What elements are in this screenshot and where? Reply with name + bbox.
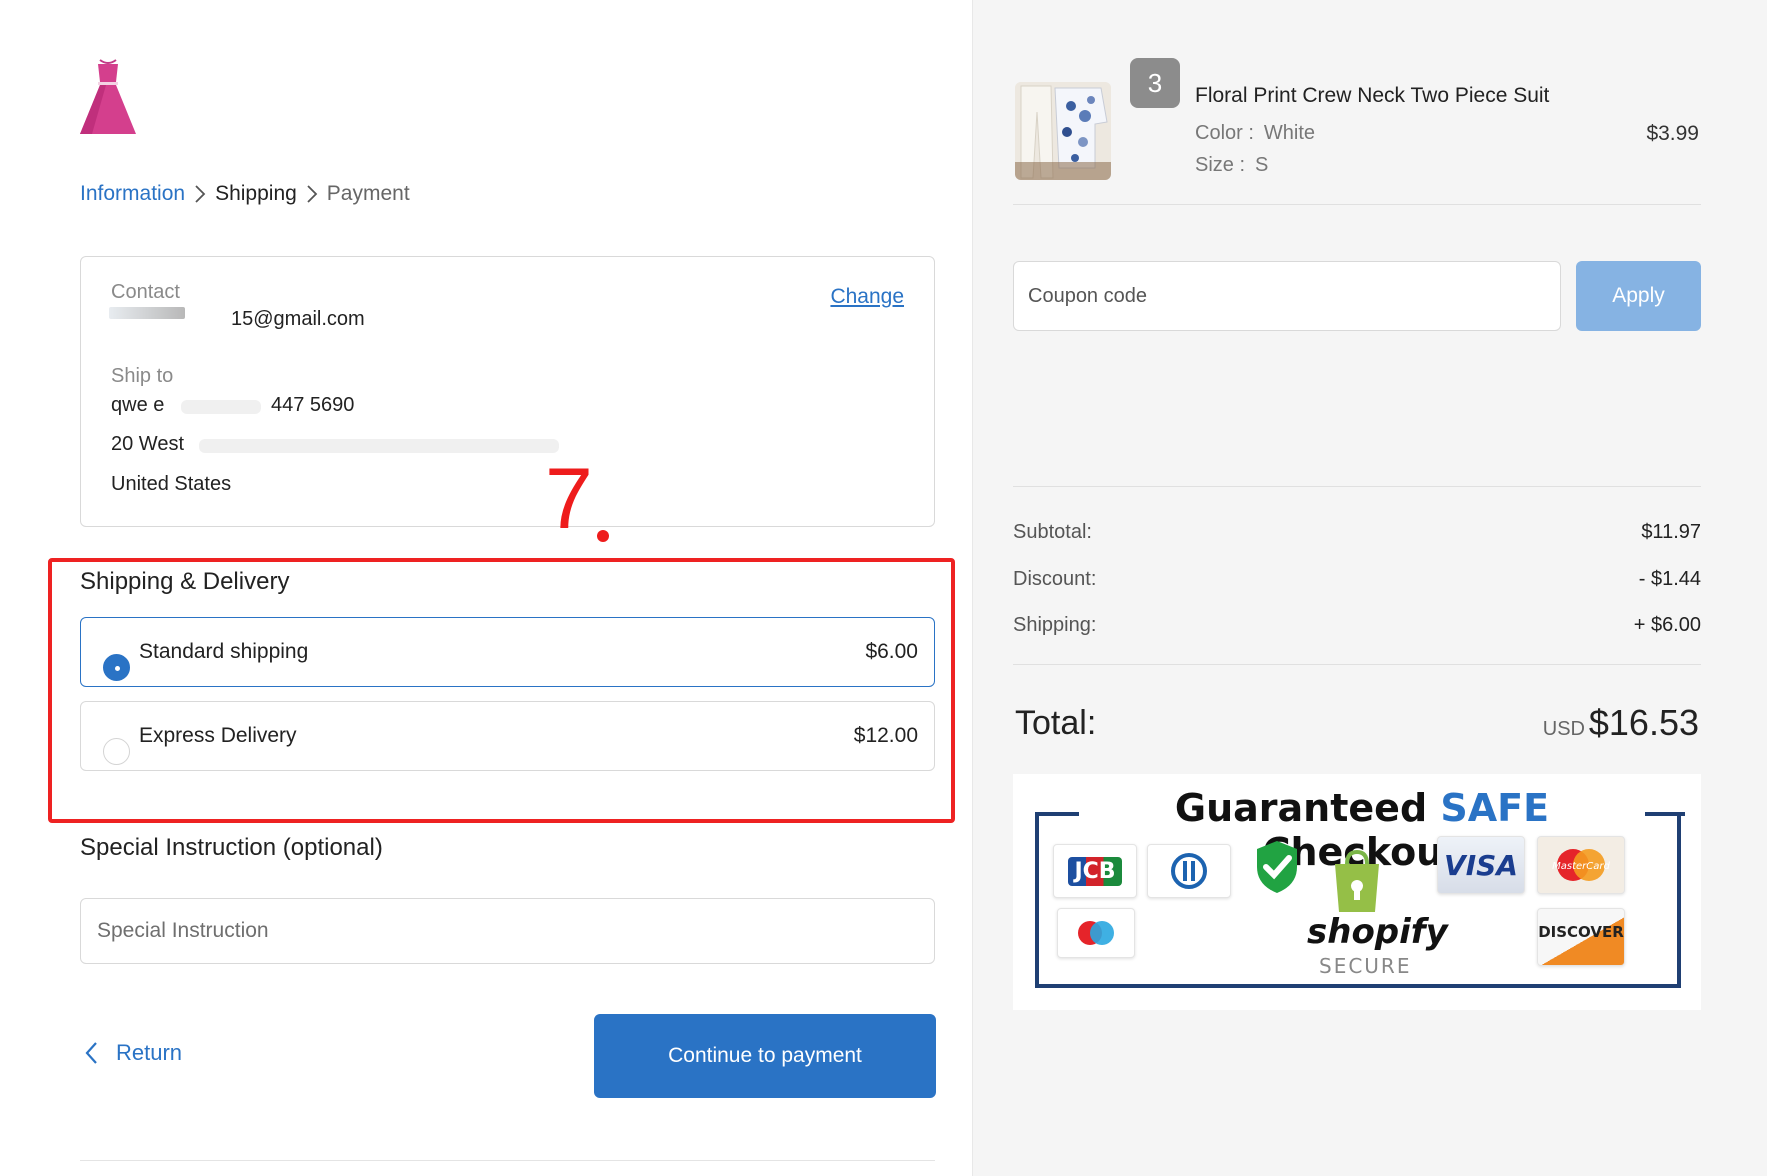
ship-to-address: 20 West [111,433,184,455]
annotation-highlight-box [48,558,955,823]
product-color: Color : White [1195,122,1315,145]
divider [1013,664,1701,665]
divider [1013,486,1701,487]
total-currency: USD [1542,718,1585,740]
checkout-main-column: Information Shipping Payment Contact Cha… [0,0,972,1176]
return-label: Return [116,1040,183,1065]
special-instruction-title: Special Instruction (optional) [80,834,383,861]
total-label: Total: [1015,704,1097,742]
radio-unselected-icon[interactable] [103,738,130,765]
coupon-code-input[interactable] [1013,261,1561,331]
annotation-dot [597,530,609,542]
shipping-option-price: $12.00 [853,724,918,747]
badge-title-part: Guaranteed [1174,786,1441,830]
contact-email: 15@gmail.com [231,308,365,330]
radio-selected-icon[interactable] [103,654,130,681]
breadcrumb-payment: Payment [326,182,410,205]
annotation-step-number: 7 [545,451,593,547]
shipping-option-express[interactable]: Express Delivery $12.00 [80,701,935,771]
product-color-label: Color : [1195,122,1254,144]
breadcrumb-shipping: Shipping [215,182,297,205]
apply-coupon-button[interactable]: Apply [1576,261,1701,331]
redacted-email-prefix [109,307,185,319]
shipping-option-name: Standard shipping [139,640,309,663]
subtotal-row: Subtotal: $11.97 [1013,521,1701,544]
subtotal-label: Subtotal: [1013,521,1092,543]
badge-title-safe: SAFE [1440,786,1550,830]
shipping-amount: + $6.00 [1633,614,1701,636]
order-summary-panel: 3 Floral Print Crew Neck Two Piece Suit … [972,0,1767,1176]
shipping-label: Shipping: [1013,614,1097,636]
special-instruction-input[interactable] [80,898,935,964]
total-amount: $16.53 [1588,702,1699,743]
shipping-delivery-title: Shipping & Delivery [80,568,290,595]
redacted-address [199,439,559,453]
quantity-badge: 3 [1130,58,1180,108]
discount-row: Discount: - $1.44 [1013,568,1701,591]
guaranteed-safe-checkout-badge: Guaranteed SAFE Checkout JCB shopify SEC… [1013,774,1701,1010]
mastercard-card-text: MasterCard [1552,861,1610,872]
shipping-option-price: $6.00 [865,640,918,663]
chevron-right-icon [185,183,215,205]
breadcrumb: Information Shipping Payment [80,182,410,206]
ship-to-phone: 447 5690 [271,394,355,416]
divider [1013,204,1701,205]
jcb-card-text: JCB [1068,856,1122,886]
redacted-name [181,400,261,414]
ship-to-label: Ship to [111,365,174,387]
return-link[interactable]: Return [84,1040,182,1066]
diners-club-card-icon [1147,844,1231,898]
discover-card-text: DISCOVER [1538,923,1624,941]
maestro-card-icon [1057,908,1135,958]
shopify-wordmark: shopify [1307,912,1448,952]
product-size-value: S [1255,154,1269,176]
ship-to-country: United States [111,473,232,495]
contact-label: Contact [111,281,180,303]
shipping-option-standard[interactable]: Standard shipping $6.00 [80,617,935,687]
store-logo-dress-icon[interactable] [78,58,138,136]
continue-to-payment-button[interactable]: Continue to payment [594,1014,936,1098]
breadcrumb-information[interactable]: Information [80,182,185,206]
divider [80,1160,935,1161]
visa-card-text: VISA [1444,848,1518,882]
discount-label: Discount: [1013,568,1097,590]
verified-shield-icon [1235,840,1319,894]
jcb-card-icon: JCB [1053,844,1137,898]
shipping-option-name: Express Delivery [139,724,297,747]
product-thumbnail [1015,82,1111,180]
chevron-right-icon [297,183,327,205]
contact-shipto-summary: Contact Change 15@gmail.com Ship to qwe … [80,256,935,527]
mastercard-card-icon: MasterCard [1537,836,1625,894]
visa-card-icon: VISA [1437,836,1525,894]
product-name: Floral Print Crew Neck Two Piece Suit [1195,84,1550,107]
change-contact-link[interactable]: Change [830,285,904,309]
shopify-bag-icon [1329,850,1385,914]
discover-card-icon: DISCOVER [1537,908,1625,966]
product-color-value: White [1263,122,1316,144]
subtotal-amount: $11.97 [1641,521,1701,543]
secure-label: SECURE [1319,954,1412,978]
product-size-label: Size : [1195,154,1246,176]
shipping-row: Shipping: + $6.00 [1013,614,1701,637]
product-size: Size : S [1195,154,1268,177]
chevron-left-icon [84,1041,102,1065]
product-price: $3.99 [1646,122,1699,145]
discount-amount: - $1.44 [1638,568,1701,590]
ship-to-name: qwe e [111,394,165,416]
